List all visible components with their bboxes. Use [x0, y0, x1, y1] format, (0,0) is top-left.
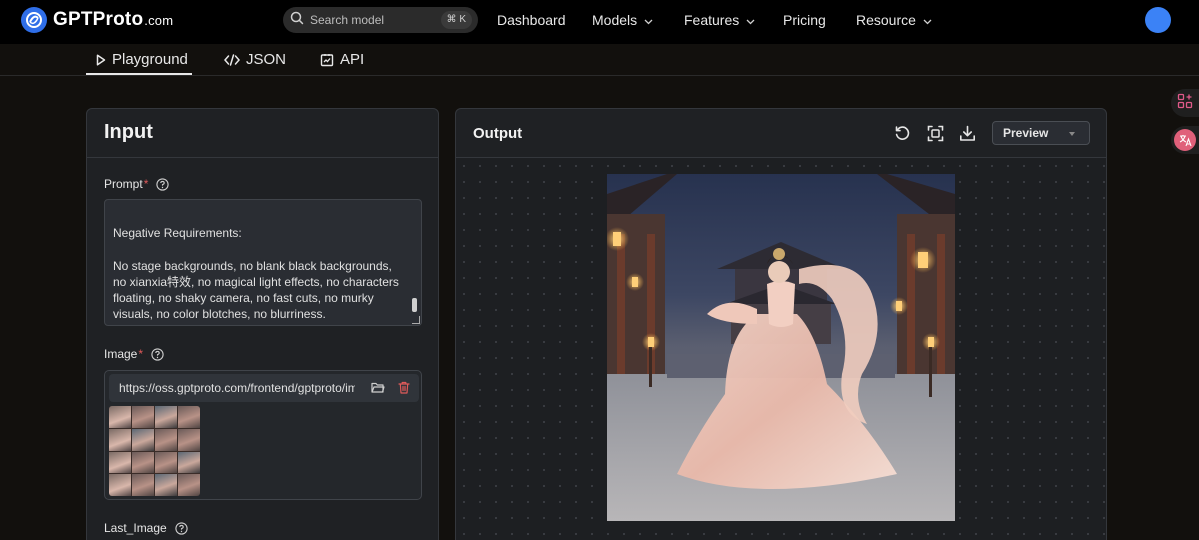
api-icon [320, 53, 334, 67]
translate-button[interactable] [1171, 126, 1199, 154]
prompt-text-body: No stage backgrounds, no blank black bac… [113, 258, 399, 322]
input-panel-title: Input [104, 121, 153, 143]
user-avatar[interactable] [1145, 7, 1171, 33]
apps-grid-button[interactable] [1171, 89, 1199, 117]
nav-features[interactable]: Features [684, 12, 755, 28]
nav-pricing[interactable]: Pricing [783, 12, 826, 28]
search-shortcut-badge: ⌘ K [440, 11, 472, 29]
search-icon [290, 11, 304, 30]
apps-grid-icon [1177, 93, 1193, 114]
image-upload-box: https://oss.gptproto.com/frontend/gptpro… [104, 370, 422, 500]
output-canvas [456, 158, 1106, 540]
nav-resource-label: Resource [856, 12, 916, 28]
nav-features-label: Features [684, 12, 740, 28]
prompt-textarea[interactable]: Negative Requirements: No stage backgrou… [104, 199, 422, 326]
chevron-down-icon [746, 12, 755, 28]
output-panel-title: Output [473, 125, 523, 142]
tab-playground[interactable]: Playground [96, 44, 188, 75]
tab-playground-label: Playground [112, 51, 188, 68]
output-panel: Output Preview [455, 108, 1107, 540]
download-icon[interactable] [959, 125, 976, 142]
image-url-text[interactable]: https://oss.gptproto.com/frontend/gptpro… [119, 381, 355, 395]
delete-trash-icon[interactable] [398, 381, 410, 394]
view-mode-value: Preview [1003, 126, 1049, 140]
output-panel-header: Output Preview [456, 109, 1106, 158]
nav-models[interactable]: Models [592, 12, 653, 28]
search-placeholder: Search model [310, 13, 385, 27]
active-tab-indicator [86, 73, 192, 75]
generated-output-image[interactable] [607, 174, 955, 521]
tab-api[interactable]: API [320, 44, 364, 75]
gptproto-logo-icon [21, 7, 47, 33]
nav-pricing-label: Pricing [783, 12, 826, 28]
required-mark: * [138, 347, 144, 361]
tab-api-label: API [340, 51, 365, 68]
tab-json[interactable]: JSON [224, 44, 286, 75]
chevron-down-icon [923, 12, 932, 28]
nav-dashboard-label: Dashboard [497, 12, 566, 28]
brand-name: GPTProto.com [53, 9, 174, 30]
textarea-scrollbar[interactable] [412, 298, 417, 312]
nav-resource[interactable]: Resource [856, 12, 932, 28]
image-label: Image * [104, 347, 164, 361]
folder-open-icon[interactable] [371, 381, 385, 394]
mode-tabs: Playground JSON API [0, 44, 1199, 76]
prompt-label: Prompt * [104, 177, 170, 191]
fit-screen-icon[interactable] [927, 125, 944, 142]
chevron-down-icon [644, 12, 653, 28]
tab-json-label: JSON [246, 51, 287, 68]
translate-icon [1174, 129, 1196, 151]
search-input[interactable]: Search model ⌘ K [283, 7, 478, 33]
code-icon [224, 53, 240, 66]
required-mark: * [143, 177, 149, 191]
help-circle-icon[interactable] [151, 347, 164, 361]
caret-down-icon [1069, 132, 1075, 136]
textarea-resize-handle[interactable] [412, 316, 420, 324]
help-circle-icon[interactable] [175, 521, 188, 535]
input-panel-header: Input [87, 109, 438, 158]
last-image-label: Last_Image [104, 521, 188, 535]
play-icon [96, 53, 106, 66]
uploaded-image-thumbnail[interactable] [109, 406, 200, 496]
brand-logo[interactable]: GPTProto.com [21, 7, 173, 33]
nav-models-label: Models [592, 12, 638, 28]
help-circle-icon[interactable] [156, 177, 170, 191]
refresh-icon[interactable] [894, 125, 911, 142]
top-navbar: GPTProto.com Search model ⌘ K Dashboard … [0, 0, 1199, 44]
image-url-field[interactable]: https://oss.gptproto.com/frontend/gptpro… [109, 374, 419, 402]
prompt-text-heading: Negative Requirements: [113, 226, 242, 240]
view-mode-select[interactable]: Preview [992, 121, 1090, 145]
input-panel: Input Prompt * Negative Requirements: No … [86, 108, 439, 540]
nav-dashboard[interactable]: Dashboard [497, 12, 566, 28]
